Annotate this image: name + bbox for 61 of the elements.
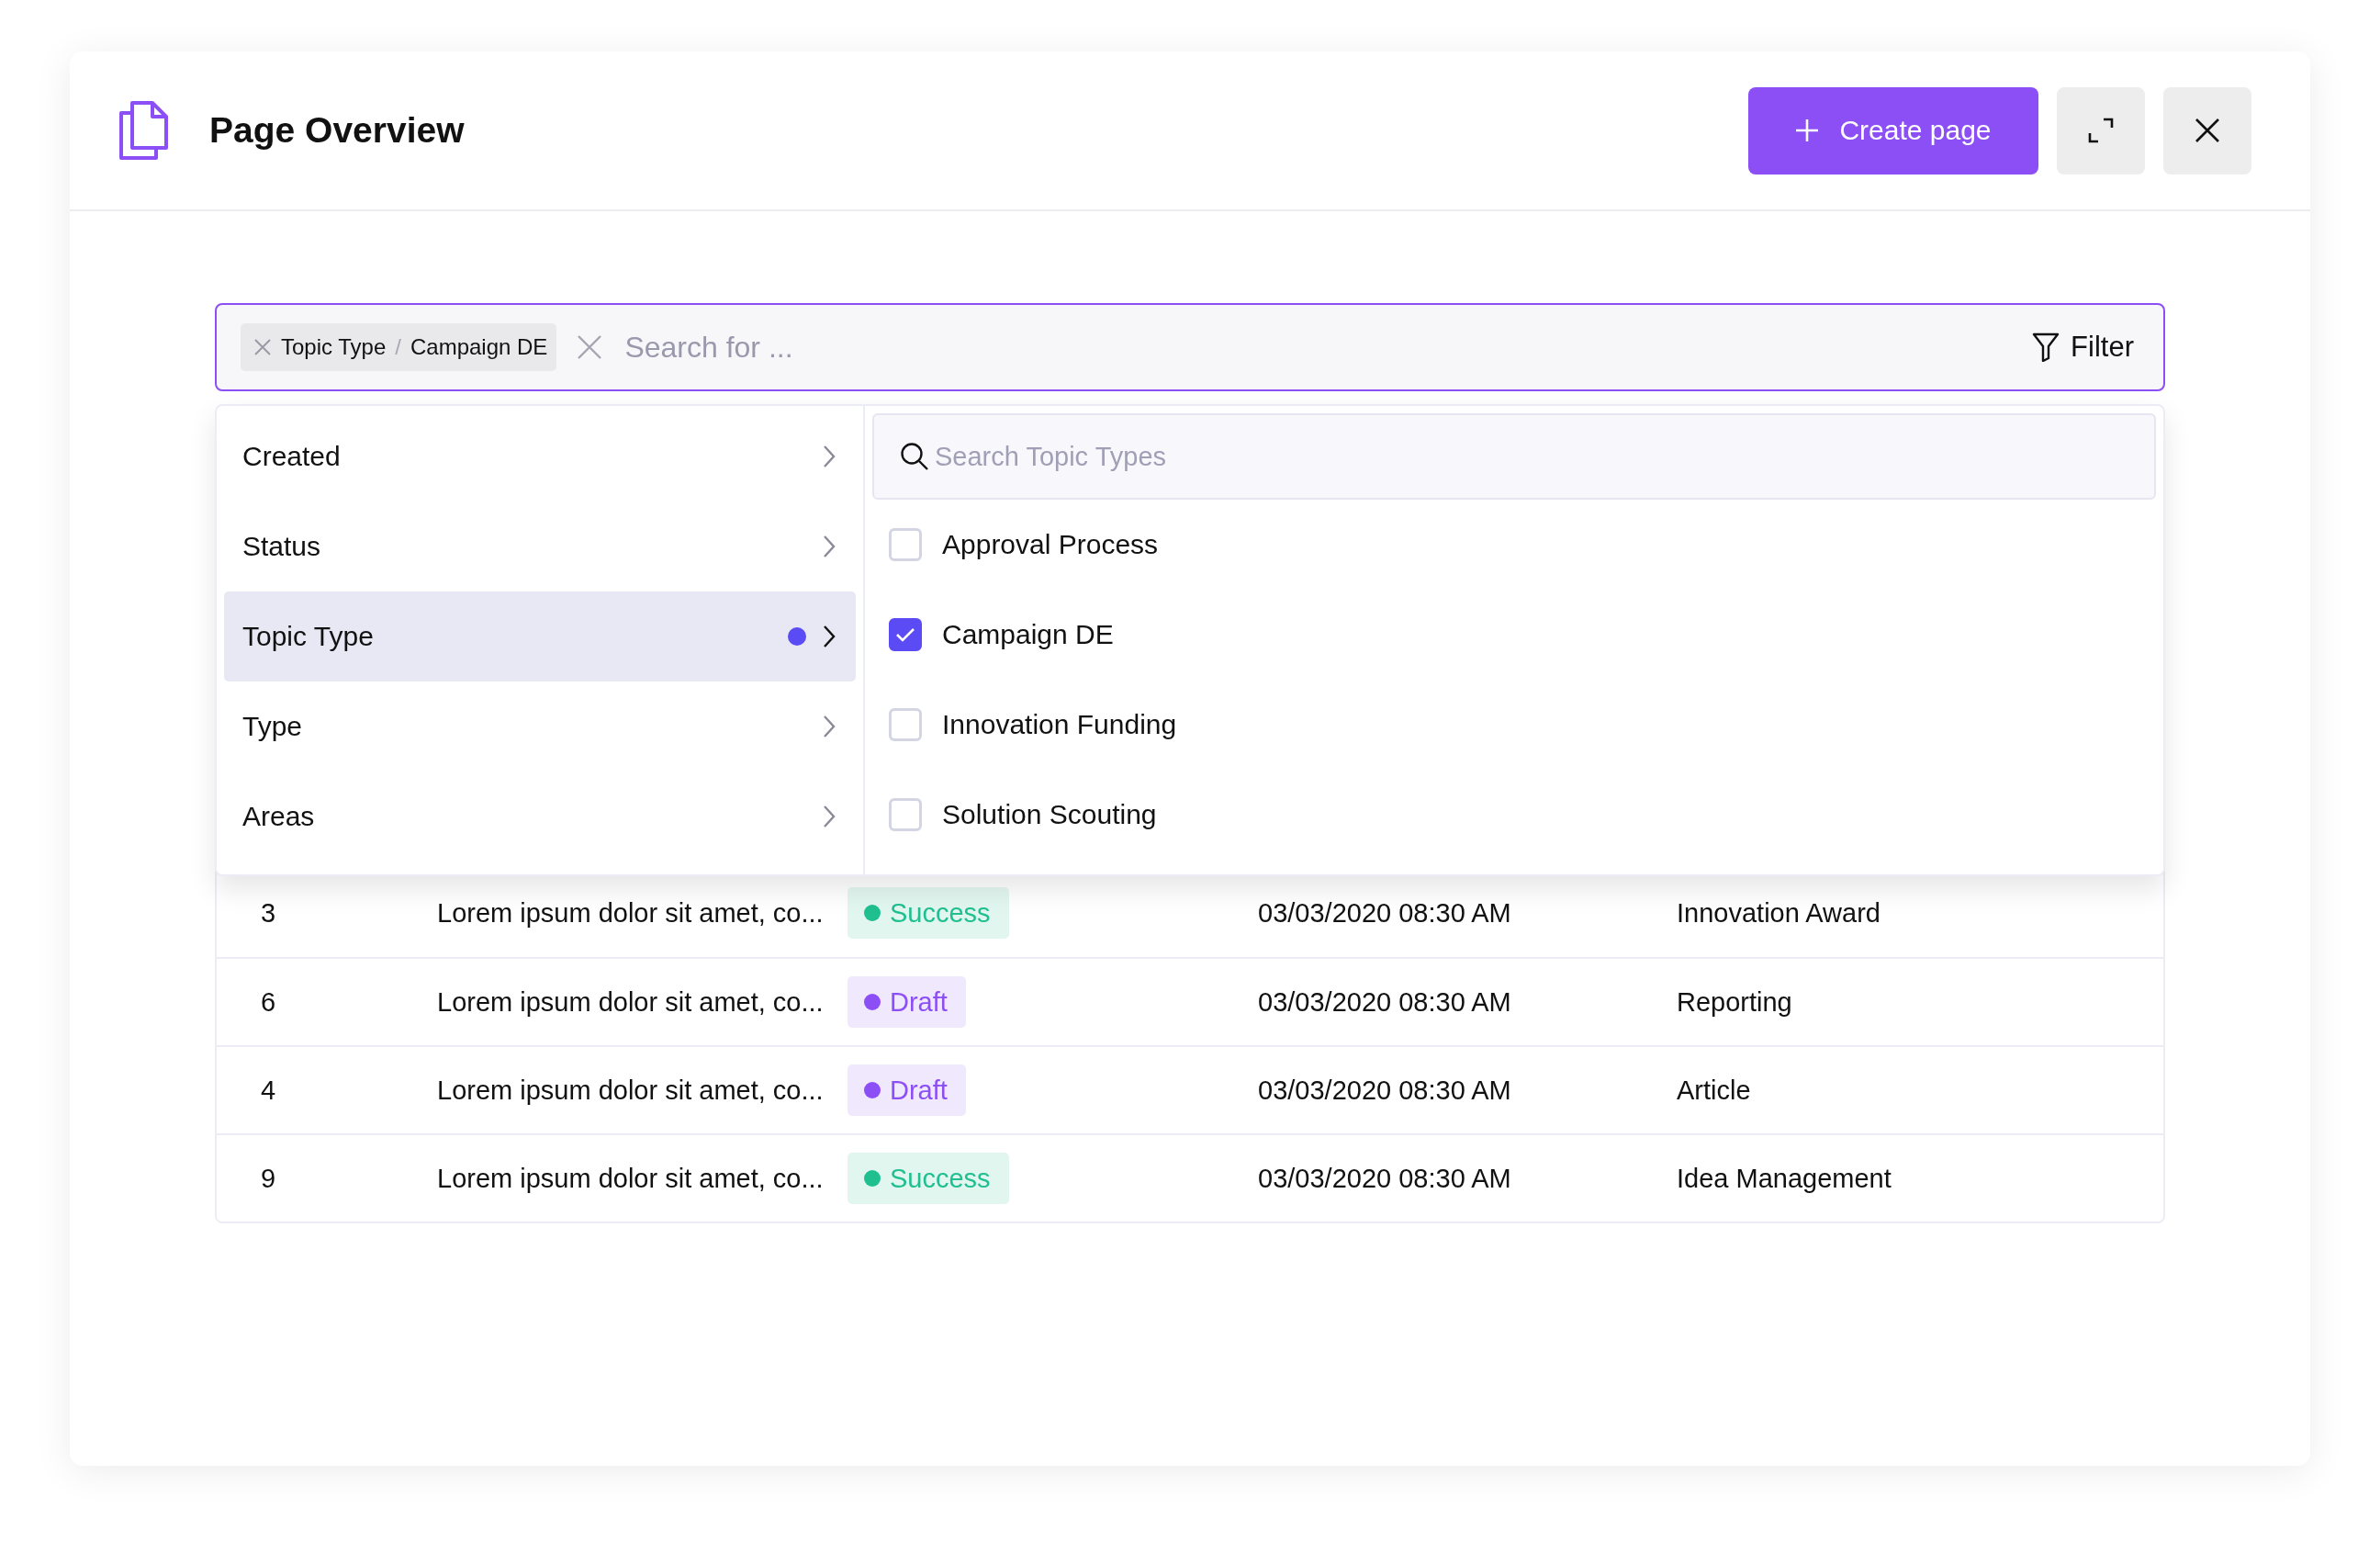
table-cell-text: 03/03/2020 08:30 AM [1258, 986, 1512, 1018]
create-page-button[interactable]: Create page [1748, 86, 2038, 175]
filter-category[interactable]: Type [224, 681, 856, 771]
expand-icon [2087, 117, 2115, 144]
table-cell-text: 4 [261, 1075, 277, 1106]
table-cell-text: 6 [261, 986, 277, 1018]
table-cell-text: 3 [261, 897, 277, 929]
table-cell-text: 03/03/2020 08:30 AM [1258, 1075, 1512, 1106]
category-label: Type [242, 711, 304, 742]
table-cell-text: Reporting [1677, 986, 1793, 1018]
filter-category[interactable]: Areas [224, 771, 856, 861]
filter-category[interactable]: Status [224, 501, 856, 591]
search-field[interactable]: Topic Type / Campaign DE Search for ... Filter [215, 303, 2165, 391]
filter-category[interactable]: Created [224, 411, 856, 501]
status-tag: Success [848, 1153, 1009, 1204]
filter-chip[interactable]: Topic Type / Campaign DE [241, 323, 557, 371]
dialog-title: Page Overview [209, 110, 466, 151]
topic-search-input[interactable]: Search Topic Types [933, 440, 2128, 473]
category-label: Created [242, 441, 342, 472]
search-icon [900, 442, 929, 471]
category-label: Topic Type [242, 621, 375, 652]
clear-icon[interactable] [577, 334, 603, 360]
chip-separator: / [395, 334, 401, 360]
search-input[interactable]: Search for ... [623, 329, 2027, 366]
filter-button[interactable]: Filter [2026, 330, 2139, 365]
option-label: Innovation Funding [942, 709, 1177, 740]
table-cell-text: 03/03/2020 08:30 AM [1258, 1163, 1512, 1194]
table-cell-text: Lorem ipsum dolor sit amet, co... [437, 1075, 825, 1106]
filter-icon [2032, 332, 2060, 362]
table-cell-text: 03/03/2020 08:30 AM [1258, 897, 1512, 929]
filter-category[interactable]: Topic Type [224, 591, 856, 681]
chevron-right-icon [823, 805, 836, 828]
table-cell-text: Innovation Award [1677, 897, 1881, 929]
chevron-right-icon [823, 715, 836, 738]
close-button[interactable] [2163, 86, 2251, 175]
status-tag: Success [848, 887, 1009, 939]
close-icon[interactable] [253, 338, 272, 356]
category-label: Status [242, 531, 322, 562]
table-cell-text: 9 [261, 1163, 277, 1194]
option-label: Solution Scouting [942, 799, 1157, 830]
chevron-right-icon [823, 445, 836, 468]
table-cell-text: Article [1677, 1075, 1752, 1106]
document-icon [118, 100, 169, 161]
table-cell-text: Lorem ipsum dolor sit amet, co... [437, 1163, 825, 1194]
close-icon [2195, 118, 2220, 143]
option-label: Campaign DE [942, 619, 1114, 650]
category-label: Areas [242, 801, 316, 832]
option-label: Approval Process [942, 529, 1159, 560]
table-cell-text: Lorem ipsum dolor sit amet, co... [437, 897, 825, 929]
checkbox[interactable] [889, 618, 922, 651]
status-tag: Draft [848, 976, 966, 1028]
chip-value: Campaign DE [410, 334, 548, 360]
checkmark-icon [895, 626, 915, 643]
chip-group: Topic Type [281, 334, 387, 360]
topic-search-field[interactable]: Search Topic Types [872, 413, 2156, 500]
status-tag: Draft [848, 1064, 966, 1116]
table-cell-text: Idea Management [1677, 1163, 1892, 1194]
plus-icon [1795, 118, 1820, 142]
chevron-right-icon [823, 625, 836, 648]
table-cell-text: Lorem ipsum dolor sit amet, co... [437, 986, 825, 1018]
chevron-right-icon [823, 535, 836, 558]
